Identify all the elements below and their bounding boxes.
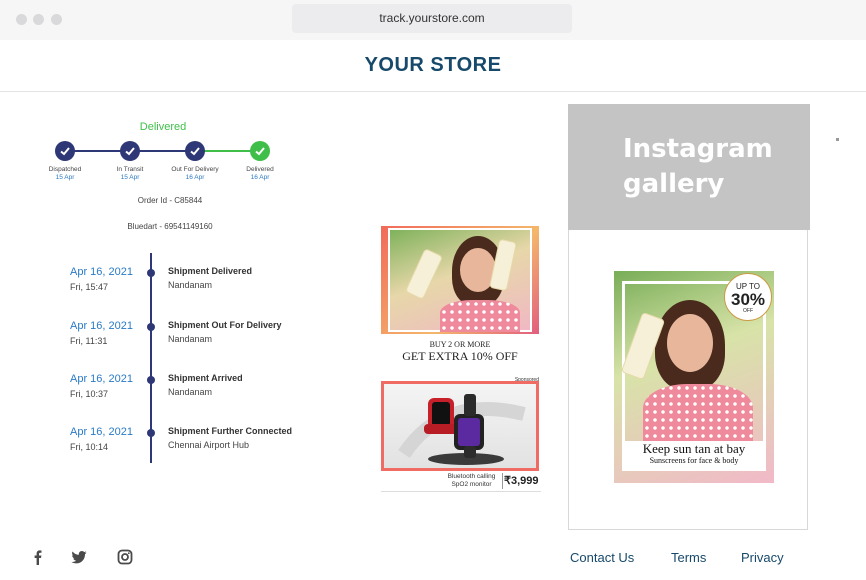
timeline-title: Shipment Delivered: [168, 266, 253, 276]
smartwatch-ad-banner[interactable]: Sponsored Bluetooth calling SpO2 monitor…: [381, 377, 541, 492]
step-date: 16 Apr: [250, 174, 270, 181]
smartwatch-illustration: [398, 394, 526, 465]
check-icon: [185, 141, 205, 161]
ad-offer-line-2: GET EXTRA 10% OFF: [402, 349, 518, 363]
timeline-item: Apr 16, 2021 Fri, 10:37 Shipment Arrived…: [0, 373, 360, 413]
timeline-place: Nandanam: [168, 280, 213, 290]
ad-photo-frame: [381, 226, 539, 334]
timeline-time: Fri, 10:14: [70, 442, 109, 452]
window-maximize-dot[interactable]: [51, 14, 62, 25]
timeline-place: Nandanam: [168, 334, 213, 344]
step-out-for-delivery: Out For Delivery 16 Apr: [160, 141, 230, 182]
step-date: 15 Apr: [55, 174, 75, 181]
delivery-status-label: Delivered: [139, 121, 187, 133]
window-close-dot[interactable]: [16, 14, 27, 25]
instagram-gallery-header: Instagram gallery: [568, 104, 810, 230]
twitter-icon[interactable]: [71, 549, 87, 565]
watch-price: ₹3,999: [504, 475, 539, 487]
watch-features: Bluetooth calling SpO2 monitor: [441, 473, 503, 489]
step-date: 15 Apr: [120, 174, 140, 181]
store-logo[interactable]: YOUR STORE: [0, 54, 866, 77]
timeline-time: Fri, 15:47: [70, 282, 109, 292]
badge-percent: 30%: [730, 290, 766, 309]
timeline-date: Apr 16, 2021: [70, 373, 133, 385]
timeline-dot: [147, 269, 155, 277]
footer-link-terms[interactable]: Terms: [671, 550, 706, 565]
watch-feature-1: Bluetooth calling: [447, 473, 496, 480]
timeline-item: Apr 16, 2021 Fri, 15:47 Shipment Deliver…: [0, 266, 360, 306]
instagram-gallery: Instagram gallery UP TO 30% OFF Keep sun…: [568, 104, 810, 530]
ad-offer-line-1: BUY 2 OR MORE: [429, 340, 491, 349]
timeline-date: Apr 16, 2021: [70, 266, 133, 278]
timeline-place: Nandanam: [168, 387, 213, 397]
site-header: YOUR STORE: [0, 40, 866, 92]
instagram-gallery-title: Instagram gallery: [623, 134, 773, 199]
step-delivered: Delivered 16 Apr: [225, 141, 295, 182]
check-icon: [55, 141, 75, 161]
timeline-place: Chennai Airport Hub: [168, 440, 250, 450]
smartwatch-image: [381, 381, 539, 471]
order-id: Order Id - C85844: [137, 196, 203, 205]
instagram-post[interactable]: UP TO 30% OFF Keep sun tan at bay Sunscr…: [614, 271, 774, 483]
timeline-date: Apr 16, 2021: [70, 320, 133, 332]
address-bar[interactable]: track.yourstore.com: [292, 4, 572, 33]
sunscreen-ad-banner[interactable]: BUY 2 OR MORE GET EXTRA 10% OFF: [381, 226, 539, 366]
timeline-item: Apr 16, 2021 Fri, 10:14 Shipment Further…: [0, 426, 360, 466]
post-caption-subtitle: Sunscreens for face & body: [649, 456, 739, 465]
post-caption: Keep sun tan at bay Sunscreens for face …: [624, 441, 764, 471]
post-caption-title: Keep sun tan at bay: [642, 441, 746, 456]
timeline-time: Fri, 11:31: [70, 336, 108, 346]
discount-badge: UP TO 30% OFF: [724, 273, 772, 321]
courier-tracking-number: Bluedart - 69541149160: [127, 222, 213, 231]
scroll-indicator: [836, 138, 839, 141]
timeline-dot: [147, 429, 155, 437]
step-name: Dispatched: [48, 166, 82, 173]
step-dispatched: Dispatched 15 Apr: [30, 141, 100, 182]
instagram-icon[interactable]: [117, 549, 133, 565]
timeline-item: Apr 16, 2021 Fri, 11:31 Shipment Out For…: [0, 320, 360, 360]
model-photo: [388, 228, 532, 332]
check-icon: [120, 141, 140, 161]
footer-link-contact-us[interactable]: Contact Us: [570, 550, 634, 565]
window-minimize-dot[interactable]: [33, 14, 44, 25]
watch-feature-2: SpO2 monitor: [451, 481, 492, 488]
step-name: Delivered: [246, 166, 274, 173]
step-name: In Transit: [116, 166, 144, 173]
timeline-title: Shipment Out For Delivery: [168, 320, 282, 330]
timeline-date: Apr 16, 2021: [70, 426, 133, 438]
browser-chrome: track.yourstore.com: [0, 0, 866, 40]
timeline-title: Shipment Arrived: [168, 373, 243, 383]
timeline-title: Shipment Further Connected: [168, 426, 293, 436]
timeline-time: Fri, 10:37: [70, 389, 109, 399]
facebook-icon[interactable]: [30, 549, 46, 565]
step-in-transit: In Transit 15 Apr: [95, 141, 165, 182]
footer-link-privacy[interactable]: Privacy: [741, 550, 784, 565]
timeline-dot: [147, 323, 155, 331]
check-icon: [250, 141, 270, 161]
timeline-dot: [147, 376, 155, 384]
step-date: 16 Apr: [185, 174, 205, 181]
step-name: Out For Delivery: [171, 166, 219, 173]
